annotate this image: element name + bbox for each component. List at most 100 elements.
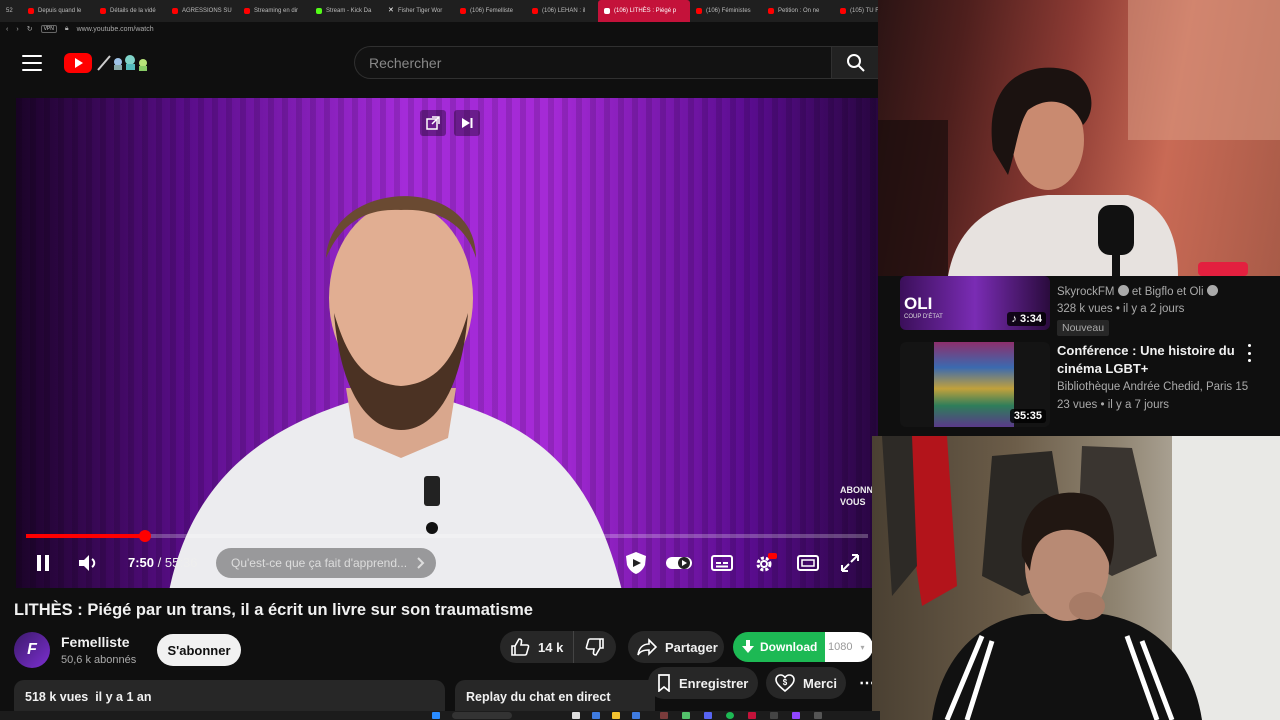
browser-icon[interactable]	[748, 712, 756, 719]
kick-icon	[316, 8, 322, 14]
os-taskbar	[0, 711, 880, 720]
channel-name[interactable]: Femelliste	[61, 634, 129, 650]
channel-suffix: et Bigflo et Oli	[1131, 286, 1204, 298]
browser-tab[interactable]: Streaming en dir	[238, 0, 310, 22]
browser-tab[interactable]: ✕ Fisher Tiger Wor	[382, 0, 454, 22]
settings-button[interactable]	[752, 548, 778, 578]
suggestion-thumbnail[interactable]: OLI COUP D'ÉTAT ♪ 3:34	[900, 276, 1050, 330]
miniplayer-button[interactable]	[420, 110, 446, 136]
player-controls: 7:50 / 55:36 Qu'est-ce que ça fait d'app…	[16, 548, 878, 578]
discord-icon[interactable]	[704, 712, 712, 719]
tab-label: AGRESSIONS SU	[182, 8, 232, 14]
more-options-icon[interactable]	[1244, 344, 1254, 362]
top-controls	[420, 110, 480, 136]
video-title: LITHÈS : Piégé par un trans, il a écrit …	[14, 601, 533, 619]
suggestion-channel[interactable]: SkyrockFM et Bigflo et Oli	[1057, 285, 1218, 298]
app-icon[interactable]	[592, 712, 600, 719]
webcam-bottom-scene	[882, 436, 1280, 720]
forward-icon[interactable]: ›	[16, 26, 18, 33]
thumbs-down-icon	[585, 638, 604, 656]
like-button[interactable]: 14 k	[500, 631, 574, 663]
vpn-badge[interactable]: VPN	[40, 25, 57, 33]
menu-icon[interactable]	[22, 55, 42, 71]
theater-icon	[797, 555, 819, 571]
like-dislike-group: 14 k	[500, 631, 616, 663]
youtube-header: Rechercher	[0, 36, 880, 92]
taskview-icon[interactable]	[572, 712, 580, 719]
download-icon	[742, 640, 754, 653]
skip-next-button[interactable]	[454, 110, 480, 136]
suggestion-channel[interactable]: Bibliothèque Andrée Chedid, Paris 15	[1057, 381, 1248, 393]
browser-tab-active[interactable]: (106) LITHÈS : Piégé p	[598, 0, 690, 22]
browser-tab[interactable]: (106) Femelliste	[454, 0, 526, 22]
download-label: Download	[760, 640, 818, 654]
download-button[interactable]: Download	[733, 632, 825, 662]
bookmark-icon	[658, 674, 670, 692]
sponsorblock-button[interactable]	[622, 548, 650, 578]
reload-icon[interactable]: ↻	[27, 25, 33, 33]
duration: 55:36	[164, 555, 198, 570]
progress-fill	[26, 534, 145, 538]
suggestion-meta: 328 k vues • il y a 2 jours	[1057, 303, 1185, 315]
browser-tab[interactable]: Petition : On ne	[762, 0, 834, 22]
thumbnail-text: COUP D'ÉTAT	[904, 314, 943, 320]
lock-icon: 🔒︎	[64, 25, 69, 32]
search-button[interactable]	[831, 46, 880, 79]
youtube-icon	[840, 8, 846, 14]
share-icon	[637, 638, 657, 656]
search-input[interactable]: Rechercher	[354, 46, 832, 79]
theater-mode-button[interactable]	[796, 548, 820, 578]
folder-icon[interactable]	[612, 712, 620, 719]
app-icon[interactable]	[660, 712, 668, 719]
channel-avatar[interactable]: F	[14, 632, 50, 668]
app-icon[interactable]	[770, 712, 778, 719]
youtube-icon	[244, 8, 250, 14]
thanks-label: Merci	[803, 675, 837, 691]
tab-label: Stream - Kick Da	[326, 8, 372, 14]
browser-tab[interactable]: (106) Féministes	[690, 0, 762, 22]
progress-scrubber[interactable]	[138, 530, 151, 542]
browser-tab[interactable]: (106) LEHAN : il	[526, 0, 598, 22]
youtube-icon	[460, 8, 466, 14]
suggestion-thumbnail[interactable]: 35:35	[900, 342, 1050, 427]
suggestions-list: OLI COUP D'ÉTAT ♪ 3:34 SkyrockFM et Bigf…	[878, 276, 1280, 436]
volume-button[interactable]	[76, 548, 102, 578]
toggle-icon	[666, 557, 692, 569]
fullscreen-button[interactable]	[838, 548, 862, 578]
video-player[interactable]: ABONNE VOUS 7:50 / 55:36 Qu'est-ce que ç…	[16, 98, 878, 588]
screen: 52 Depuis quand le Détails de la vidé AG…	[0, 0, 1280, 720]
app-icon[interactable]	[682, 712, 690, 719]
youtube-icon	[696, 8, 702, 14]
browser-tab[interactable]: (105) TU F	[834, 0, 880, 22]
address-bar: ‹ › ↻ VPN 🔒︎ www.youtube.com/watch	[0, 22, 880, 36]
start-icon[interactable]	[432, 712, 440, 719]
suggestion-title[interactable]: Conférence : Une histoire du cinéma LGBT…	[1057, 342, 1242, 378]
autoplay-toggle[interactable]	[664, 548, 694, 578]
gear-icon	[756, 553, 777, 572]
dislike-button[interactable]	[574, 631, 616, 663]
back-icon[interactable]: ‹	[6, 26, 8, 33]
twitch-icon[interactable]	[792, 712, 800, 719]
chapter-button[interactable]: Qu'est-ce que ça fait d'apprend...	[216, 548, 436, 578]
thanks-button[interactable]: $ Merci	[766, 667, 846, 699]
share-button[interactable]: Partager	[628, 631, 724, 663]
app-icon[interactable]	[632, 712, 640, 719]
subscriber-count: 50,6 k abonnés	[61, 654, 137, 666]
browser-tab[interactable]: AGRESSIONS SU	[166, 0, 238, 22]
browser-tab[interactable]: Détails de la vidé	[94, 0, 166, 22]
url-field[interactable]: www.youtube.com/watch	[77, 26, 154, 33]
pause-button[interactable]	[30, 548, 56, 578]
subtitles-button[interactable]	[710, 548, 734, 578]
app-icon[interactable]	[814, 712, 822, 719]
browser-tab[interactable]: Stream - Kick Da	[310, 0, 382, 22]
save-button[interactable]: Enregistrer	[648, 667, 758, 699]
browser-tab[interactable]: 52	[0, 0, 22, 22]
quality-select[interactable]: 1080 ▾	[825, 632, 873, 662]
browser-tab[interactable]: Depuis quand le	[22, 0, 94, 22]
x-icon: ✕	[388, 7, 394, 14]
taskbar-search[interactable]	[452, 712, 512, 719]
spotify-icon[interactable]	[726, 712, 734, 719]
progress-bar[interactable]	[26, 530, 868, 542]
subscribe-button[interactable]: S'abonner	[157, 634, 241, 666]
youtube-logo[interactable]	[64, 53, 92, 73]
